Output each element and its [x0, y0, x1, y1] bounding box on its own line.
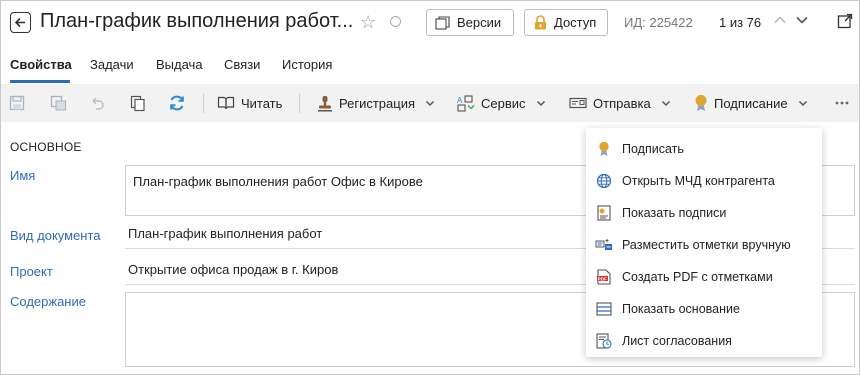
save-icon: [9, 95, 25, 111]
tab-properties[interactable]: Свойства: [10, 57, 72, 72]
menu-item-label: Открыть МЧД контрагента: [622, 174, 775, 188]
send-label: Отправка: [593, 95, 651, 111]
tab-links[interactable]: Связи: [224, 57, 260, 72]
service-button[interactable]: A Сервис: [457, 84, 546, 122]
menu-item-label: Показать подписи: [622, 206, 727, 220]
access-label: Доступ: [554, 15, 597, 30]
save-and-close-button[interactable]: [50, 84, 67, 122]
copy-button[interactable]: [130, 84, 146, 122]
tab-history[interactable]: История: [282, 57, 332, 72]
chevron-down-icon: [798, 100, 807, 107]
doc-type-value: План-график выполнения работ: [128, 226, 323, 241]
send-button[interactable]: Отправка: [569, 84, 671, 122]
doc-type-label: Вид документа: [10, 228, 101, 243]
menu-item-place-marks[interactable]: Разместить отметки вручную: [586, 229, 822, 261]
menu-item-label: Создать PDF с отметками: [622, 270, 773, 284]
page-title: План-график выполнения работ...: [40, 10, 354, 32]
stamp-icon: [318, 95, 332, 111]
menu-item-label: Подписать: [622, 142, 684, 156]
status-circle-icon[interactable]: [390, 16, 401, 27]
toolbar-separator: [203, 94, 204, 113]
header: План-график выполнения работ... ☆ Версии…: [0, 0, 860, 46]
copy-icon: [130, 95, 145, 111]
name-label: Имя: [10, 168, 36, 183]
approval-sheet-icon: [596, 333, 612, 349]
favorite-star-icon[interactable]: ☆: [360, 12, 376, 32]
certificate-icon: [597, 205, 611, 221]
menu-item-sign[interactable]: Подписать: [586, 133, 822, 165]
medal-icon: [695, 95, 707, 111]
pdf-icon: PDF: [597, 269, 611, 285]
refresh-icon: [170, 95, 184, 111]
book-icon: [217, 96, 235, 110]
signing-label: Подписание: [714, 95, 788, 111]
document-id: ИД: 225422: [624, 15, 693, 30]
read-button[interactable]: Читать: [217, 84, 282, 122]
send-icon: [569, 97, 587, 109]
content-label: Содержание: [10, 294, 86, 309]
menu-item-show-signatures[interactable]: Показать подписи: [586, 197, 822, 229]
undo-icon: [92, 97, 104, 110]
svg-text:PDF: PDF: [598, 276, 607, 281]
stamp-place-icon: [595, 239, 612, 250]
registration-button[interactable]: Регистрация: [317, 84, 435, 122]
dropdown-caret: [797, 121, 811, 128]
tab-issue[interactable]: Выдача: [156, 57, 203, 72]
back-button[interactable]: [10, 12, 31, 33]
save-close-icon: [50, 95, 66, 111]
active-tab-indicator: [10, 80, 70, 83]
chevron-up-icon[interactable]: [773, 13, 787, 27]
chevron-down-icon: [425, 100, 435, 107]
project-label: Проект: [10, 264, 53, 279]
menu-item-approval-sheet[interactable]: Лист согласования: [586, 325, 822, 357]
chevron-down-icon[interactable]: [795, 13, 809, 27]
more-horizontal-icon: [835, 101, 849, 105]
chevron-down-icon: [536, 100, 545, 107]
open-external-icon[interactable]: [837, 13, 853, 29]
globe-icon: [596, 173, 612, 189]
svg-text:A: A: [457, 96, 463, 105]
chevron-down-icon: [661, 100, 670, 107]
menu-item-label: Разместить отметки вручную: [622, 238, 791, 252]
project-value: Открытие офиса продаж в г. Киров: [128, 262, 339, 277]
access-button[interactable]: Доступ: [524, 9, 608, 36]
tab-tasks[interactable]: Задачи: [90, 57, 134, 72]
undo-button[interactable]: [89, 84, 105, 122]
toolbar-separator: [299, 94, 300, 113]
signing-dropdown-menu: Подписать Открыть МЧД контрагента Показа…: [586, 128, 822, 357]
menu-item-label: Лист согласования: [622, 334, 732, 348]
signing-button[interactable]: Подписание: [694, 84, 808, 122]
medal-icon: [599, 141, 609, 156]
menu-item-show-basis[interactable]: Показать основание: [586, 293, 822, 325]
versions-button[interactable]: Версии: [426, 9, 514, 36]
versions-label: Версии: [457, 15, 502, 30]
menu-item-create-pdf[interactable]: PDF Создать PDF с отметками: [586, 261, 822, 293]
versions-icon: [435, 15, 450, 30]
registration-label: Регистрация: [339, 95, 415, 111]
service-label: Сервис: [481, 95, 526, 111]
lock-icon: [535, 15, 546, 30]
tab-bar: Свойства Задачи Выдача Связи История: [0, 46, 860, 84]
arrow-left-icon: [14, 17, 25, 28]
toolbar: Читать Регистрация A Сервис Отправка Под…: [1, 84, 859, 122]
name-value: План-график выполнения работ Офис в Киро…: [133, 174, 423, 189]
read-label: Читать: [241, 95, 283, 111]
menu-item-open-mchd[interactable]: Открыть МЧД контрагента: [586, 165, 822, 197]
more-button[interactable]: [835, 84, 849, 122]
service-icon: A: [457, 95, 475, 111]
save-button[interactable]: [9, 84, 25, 122]
refresh-button[interactable]: [168, 84, 186, 122]
section-title: ОСНОВНОЕ: [10, 140, 82, 154]
menu-item-label: Показать основание: [622, 302, 740, 316]
pager-counter: 1 из 76: [719, 15, 762, 30]
list-icon: [596, 302, 612, 316]
